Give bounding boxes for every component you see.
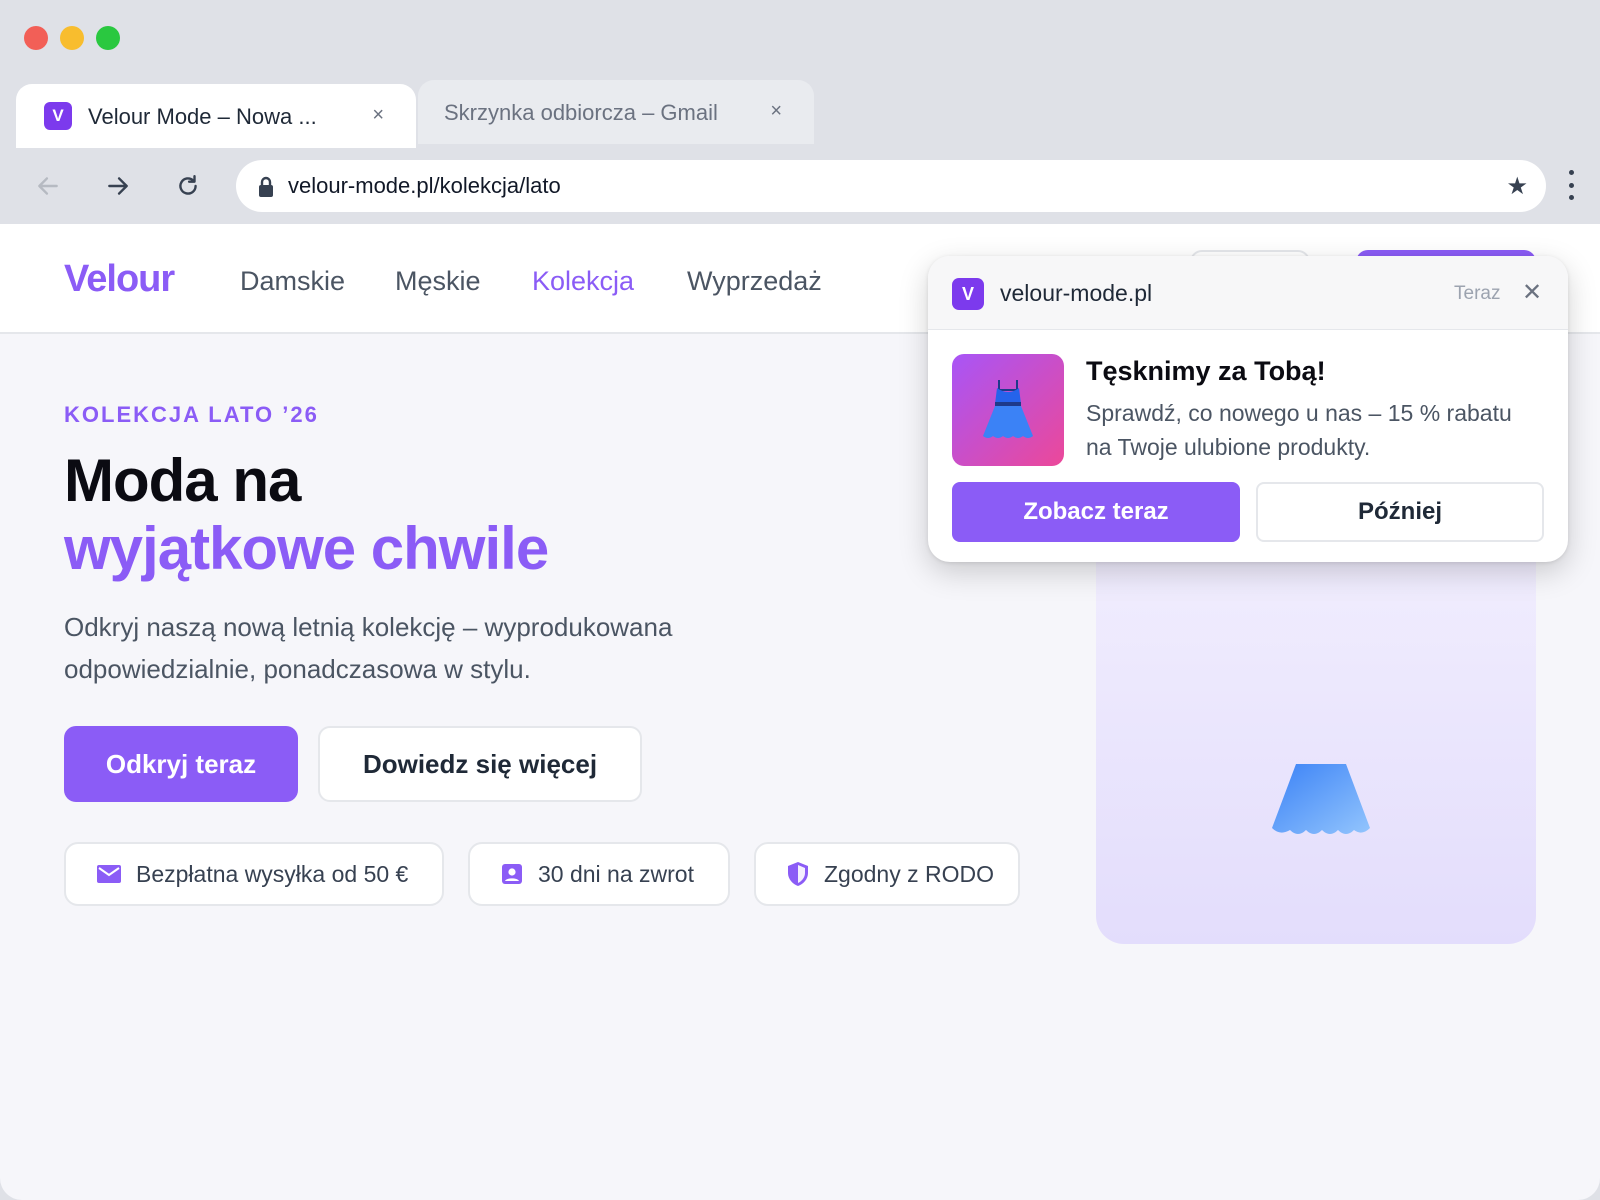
notification-time: Teraz bbox=[1454, 283, 1501, 304]
back-button[interactable] bbox=[30, 168, 66, 204]
minimize-window-button[interactable] bbox=[60, 26, 84, 50]
notification-site: velour-mode.pl bbox=[1000, 280, 1153, 306]
tab-velour[interactable]: V Velour Mode – Nowa ... × bbox=[16, 84, 416, 148]
reload-icon bbox=[179, 175, 197, 195]
hero-headline-accent: wyjątkowe chwile bbox=[64, 515, 549, 582]
hero-headline: Moda na bbox=[64, 447, 301, 514]
see-now-button[interactable]: Zobacz teraz bbox=[952, 482, 1240, 542]
close-icon[interactable]: ✕ bbox=[1522, 278, 1542, 307]
feature-returns: 30 dni na zwrot bbox=[468, 842, 730, 906]
velour-favicon-icon: V bbox=[44, 102, 72, 130]
dress-icon bbox=[1272, 764, 1370, 834]
close-tab-icon[interactable]: × bbox=[770, 100, 782, 123]
notification-thumbnail bbox=[952, 354, 1064, 466]
feature-shipping: Bezpłatna wysyłka od 50 € bbox=[64, 842, 444, 906]
window-controls bbox=[24, 26, 120, 50]
tab-title: Velour Mode – Nowa ... bbox=[88, 104, 317, 129]
star-icon[interactable]: ★ bbox=[1506, 172, 1528, 201]
user-badge-icon bbox=[502, 864, 522, 884]
close-window-button[interactable] bbox=[24, 26, 48, 50]
nav-kolekcja[interactable]: Kolekcja bbox=[532, 266, 634, 297]
push-notification: V velour-mode.pl Teraz ✕ Tęsknimy za Tob… bbox=[928, 256, 1568, 562]
later-button[interactable]: Później bbox=[1256, 482, 1544, 542]
tab-title: Skrzynka odbiorcza – Gmail bbox=[444, 100, 718, 125]
shield-icon bbox=[788, 862, 808, 886]
mail-icon bbox=[97, 865, 121, 883]
tab-gmail[interactable]: Skrzynka odbiorcza – Gmail × bbox=[418, 80, 814, 144]
arrow-right-icon bbox=[108, 177, 128, 195]
site-logo[interactable]: Velour bbox=[64, 258, 175, 301]
nav-wyprzedaz[interactable]: Wyprzedaż bbox=[687, 266, 822, 297]
notification-title: Tęsknimy za Tobą! bbox=[1086, 356, 1326, 386]
hero-eyebrow: KOLEKCJA LATO ’26 bbox=[64, 402, 319, 427]
lock-icon bbox=[259, 176, 273, 197]
close-tab-icon[interactable]: × bbox=[372, 104, 384, 127]
notification-body: Sprawdź, co nowego u nas – 15 % rabatu n… bbox=[1086, 400, 1512, 460]
dress-icon bbox=[983, 380, 1033, 438]
velour-favicon-icon: V bbox=[952, 278, 984, 310]
nav-damskie[interactable]: Damskie bbox=[240, 266, 345, 297]
discover-now-button[interactable]: Odkryj teraz bbox=[64, 726, 298, 802]
url-text: velour-mode.pl/kolekcja/lato bbox=[288, 173, 561, 198]
feature-gdpr: Zgodny z RODO bbox=[754, 842, 1020, 906]
learn-more-button[interactable]: Dowiedz się więcej bbox=[318, 726, 642, 802]
notification-header: V velour-mode.pl Teraz ✕ bbox=[928, 256, 1568, 330]
maximize-window-button[interactable] bbox=[96, 26, 120, 50]
hero-lead: Odkryj naszą nową letnią kolekcję – wypr… bbox=[64, 612, 673, 684]
address-bar[interactable]: velour-mode.pl/kolekcja/lato ★ bbox=[236, 160, 1546, 212]
feature-label: Zgodny z RODO bbox=[824, 860, 994, 887]
browser-window: V Velour Mode – Nowa ... × Skrzynka odbi… bbox=[0, 0, 1600, 1200]
feature-label: Bezpłatna wysyłka od 50 € bbox=[136, 860, 409, 887]
feature-label: 30 dni na zwrot bbox=[538, 860, 694, 887]
nav-meskie[interactable]: Męskie bbox=[395, 266, 481, 297]
more-vertical-icon[interactable] bbox=[1562, 170, 1580, 200]
reload-button[interactable] bbox=[170, 168, 206, 204]
forward-button[interactable] bbox=[100, 168, 136, 204]
arrow-left-icon bbox=[38, 177, 58, 195]
